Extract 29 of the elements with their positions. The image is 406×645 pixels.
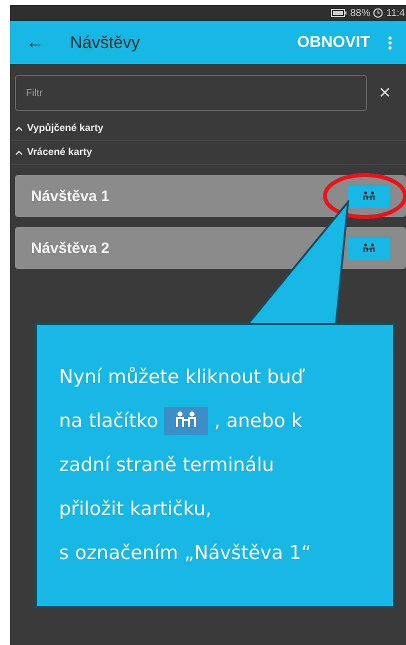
callout-text: s označením „Návštěva 1“ bbox=[59, 542, 312, 564]
back-button[interactable]: ← bbox=[22, 32, 48, 53]
clock-time: 11:4 bbox=[386, 8, 405, 18]
battery-icon bbox=[331, 9, 348, 17]
visit-name: Návštěva 2 bbox=[31, 240, 110, 256]
battery-level: 88% bbox=[350, 8, 370, 18]
people-icon bbox=[363, 243, 375, 253]
people-button[interactable] bbox=[348, 236, 390, 260]
callout-text: na tlačítko bbox=[59, 410, 158, 432]
clear-button[interactable]: × bbox=[375, 82, 395, 104]
screen-title: Návštěvy bbox=[70, 32, 141, 52]
chevron-icon bbox=[15, 126, 23, 131]
section-header[interactable]: Vrácené karty bbox=[10, 141, 406, 165]
visit-card[interactable]: Návštěva 2 bbox=[15, 227, 406, 269]
people-button[interactable] bbox=[348, 184, 390, 208]
visit-name: Návštěva 1 bbox=[31, 188, 110, 204]
people-icon bbox=[164, 407, 208, 435]
chevron-icon bbox=[15, 150, 23, 155]
callout-text: zadní straně terminálu bbox=[59, 454, 274, 476]
filter-field[interactable]: Filtr bbox=[15, 75, 367, 111]
callout-text: , anebo k bbox=[214, 410, 302, 432]
people-icon bbox=[363, 191, 375, 201]
clock-icon bbox=[373, 8, 384, 18]
section-title: Vypůjčené karty bbox=[27, 123, 104, 134]
section-title: Vrácené karty bbox=[27, 147, 92, 158]
callout-text: přiložit kartičku, bbox=[59, 498, 212, 520]
visit-card[interactable]: Návštěva 1 bbox=[15, 175, 406, 217]
callout-text: Nyní můžete kliknout buď bbox=[59, 366, 304, 388]
section-header[interactable]: Vypůjčené karty bbox=[10, 117, 406, 141]
